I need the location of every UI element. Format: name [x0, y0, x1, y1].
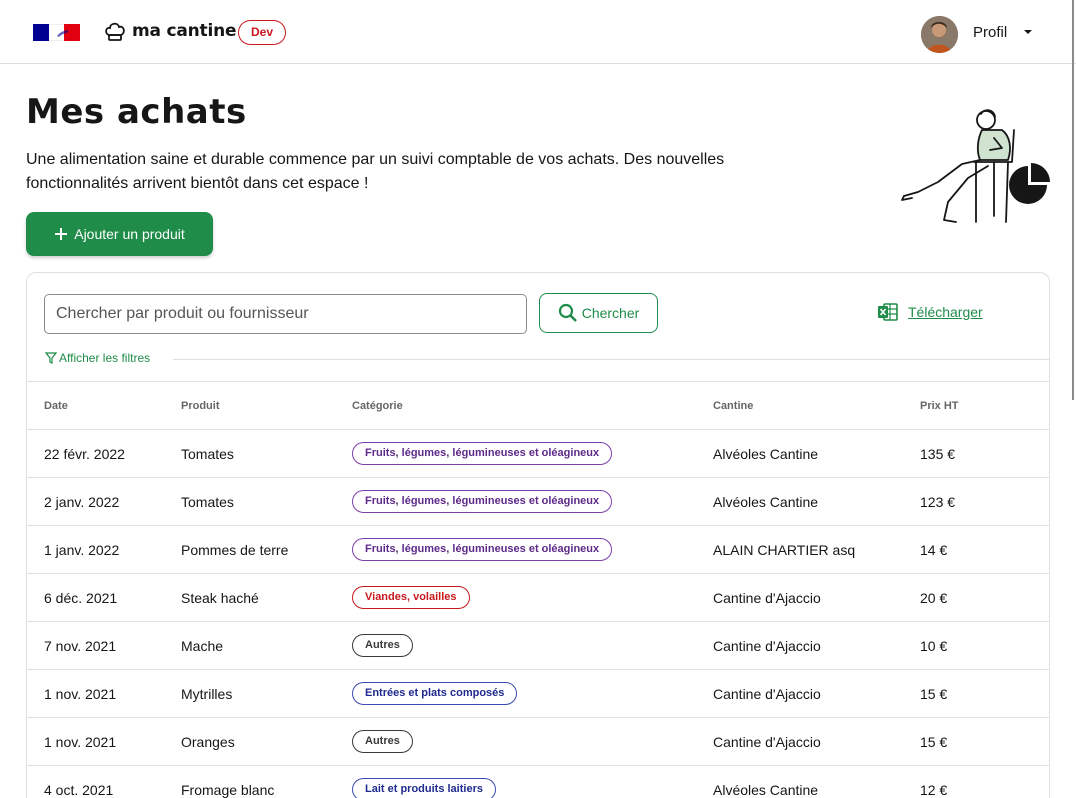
cell-category: Entrées et plats composés	[352, 669, 713, 718]
cell-price: 10 €	[920, 621, 1049, 670]
table-row[interactable]: 7 nov. 2021 Mache Autres Cantine d'Ajacc…	[27, 621, 1049, 670]
cell-product: Fromage blanc	[181, 765, 352, 798]
excel-icon	[878, 303, 898, 321]
site-header: ma cantine Dev Profil	[0, 0, 1076, 64]
column-header-date[interactable]: Date	[27, 381, 181, 430]
profile-menu-label[interactable]: Profil	[973, 24, 1007, 41]
category-badge: Lait et produits laitiers	[352, 778, 496, 798]
cell-canteen: Alvéoles Cantine	[713, 429, 920, 478]
cell-date: 7 nov. 2021	[27, 621, 181, 670]
cell-canteen: Cantine d'Ajaccio	[713, 669, 920, 718]
show-filters-toggle[interactable]: Afficher les filtres	[45, 351, 150, 365]
cell-category: Viandes, volailles	[352, 573, 713, 622]
show-filters-label: Afficher les filtres	[59, 351, 151, 365]
table-header-row: Date Produit Catégorie Cantine Prix HT	[27, 381, 1049, 430]
cell-product: Tomates	[181, 429, 352, 478]
column-header-price[interactable]: Prix HT	[920, 381, 1049, 430]
category-badge: Fruits, légumes, légumineuses et oléagin…	[352, 442, 613, 465]
table-row[interactable]: 4 oct. 2021 Fromage blanc Lait et produi…	[27, 765, 1049, 798]
table-row[interactable]: 1 nov. 2021 Oranges Autres Cantine d'Aja…	[27, 717, 1049, 766]
cell-canteen: Alvéoles Cantine	[713, 765, 920, 798]
cell-date: 1 nov. 2021	[27, 717, 181, 766]
cell-date: 4 oct. 2021	[27, 765, 181, 798]
search-input[interactable]	[44, 294, 527, 334]
brand-logo[interactable]: ma cantine	[104, 21, 237, 41]
cell-date: 1 janv. 2022	[27, 525, 181, 574]
person-on-chair-illustration	[901, 109, 1050, 223]
category-badge: Autres	[352, 730, 413, 753]
cell-canteen: Cantine d'Ajaccio	[713, 573, 920, 622]
cell-product: Steak haché	[181, 573, 352, 622]
purchases-table: Date Produit Catégorie Cantine Prix HT 2…	[27, 381, 1049, 798]
cell-price: 15 €	[920, 669, 1049, 718]
category-badge: Fruits, légumes, légumineuses et oléagin…	[352, 538, 613, 561]
table-row[interactable]: 1 janv. 2022 Pommes de terre Fruits, lég…	[27, 525, 1049, 574]
cell-canteen: Cantine d'Ajaccio	[713, 621, 920, 670]
search-button-label: Chercher	[581, 305, 640, 321]
cell-product: Pommes de terre	[181, 525, 352, 574]
cell-price: 12 €	[920, 765, 1049, 798]
brand-name: ma cantine	[132, 21, 237, 41]
cell-date: 22 févr. 2022	[27, 429, 181, 478]
cell-product: Mytrilles	[181, 669, 352, 718]
cell-product: Oranges	[181, 717, 352, 766]
table-row[interactable]: 6 déc. 2021 Steak haché Viandes, volaill…	[27, 573, 1049, 622]
cell-price: 14 €	[920, 525, 1049, 574]
cell-price: 15 €	[920, 717, 1049, 766]
cell-product: Mache	[181, 621, 352, 670]
scrollbar[interactable]	[1072, 0, 1074, 400]
add-product-button[interactable]: Ajouter un produit	[26, 212, 213, 256]
cell-canteen: Cantine d'Ajaccio	[713, 717, 920, 766]
avatar[interactable]	[921, 16, 958, 53]
search-icon	[558, 303, 577, 322]
table-row[interactable]: 22 févr. 2022 Tomates Fruits, légumes, l…	[27, 429, 1049, 478]
category-badge: Entrées et plats composés	[352, 682, 518, 705]
download-link[interactable]: Télécharger	[878, 303, 983, 321]
page-intro: Une alimentation saine et durable commen…	[26, 151, 725, 192]
purchases-card: Chercher Télécharger Afficher les filtre…	[26, 272, 1050, 798]
cell-canteen: ALAIN CHARTIER asq	[713, 525, 920, 574]
caret-down-icon[interactable]	[1023, 27, 1033, 37]
cell-category: Fruits, légumes, légumineuses et oléagin…	[352, 477, 713, 526]
plus-icon	[55, 228, 68, 240]
republique-francaise-logo[interactable]	[33, 24, 80, 41]
search-button[interactable]: Chercher	[539, 293, 658, 333]
environment-badge: Dev	[238, 20, 287, 45]
cell-product: Tomates	[181, 477, 352, 526]
filter-icon	[45, 352, 57, 364]
cell-category: Autres	[352, 621, 713, 670]
add-product-label: Ajouter un produit	[74, 226, 185, 242]
cell-category: Fruits, légumes, légumineuses et oléagin…	[352, 429, 713, 478]
page-title: Mes achats	[26, 92, 247, 132]
category-badge: Viandes, volailles	[352, 586, 470, 609]
chef-hat-icon	[105, 22, 125, 41]
cell-date: 2 janv. 2022	[27, 477, 181, 526]
table-row[interactable]: 2 janv. 2022 Tomates Fruits, légumes, lé…	[27, 477, 1049, 526]
divider	[173, 359, 1050, 360]
cell-category: Fruits, légumes, légumineuses et oléagin…	[352, 525, 713, 574]
cell-price: 20 €	[920, 573, 1049, 622]
cell-category: Autres	[352, 717, 713, 766]
cell-date: 1 nov. 2021	[27, 669, 181, 718]
category-badge: Autres	[352, 634, 413, 657]
table-row[interactable]: 1 nov. 2021 Mytrilles Entrées et plats c…	[27, 669, 1049, 718]
column-header-canteen[interactable]: Cantine	[713, 381, 920, 430]
category-badge: Fruits, légumes, légumineuses et oléagin…	[352, 490, 613, 513]
cell-date: 6 déc. 2021	[27, 573, 181, 622]
cell-price: 135 €	[920, 429, 1049, 478]
cell-category: Lait et produits laitiers	[352, 765, 713, 798]
cell-canteen: Alvéoles Cantine	[713, 477, 920, 526]
cell-price: 123 €	[920, 477, 1049, 526]
download-label: Télécharger	[908, 304, 983, 320]
column-header-product[interactable]: Produit	[181, 381, 352, 430]
column-header-category[interactable]: Catégorie	[352, 381, 713, 430]
